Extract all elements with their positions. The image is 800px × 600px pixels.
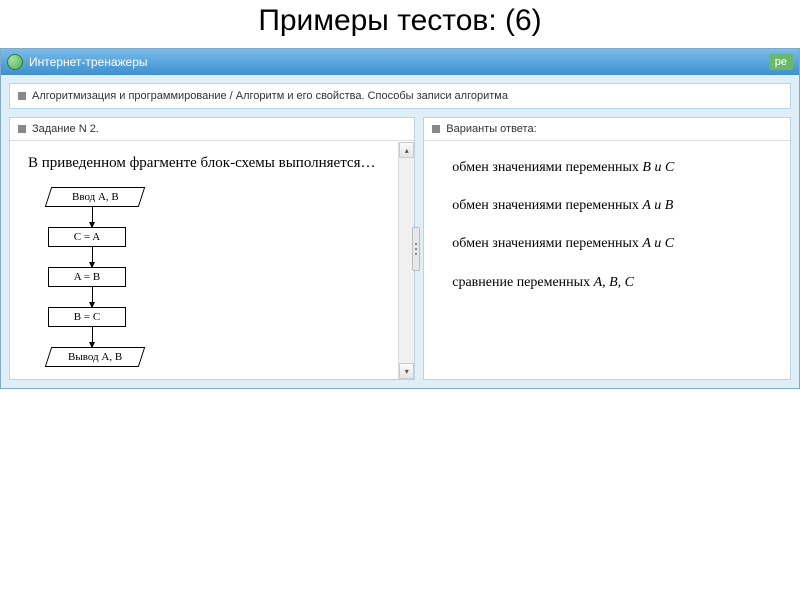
answers-panel: Варианты ответа: обмен значениями переме… [423, 117, 791, 380]
answer-option[interactable]: обмен значениями переменных B и C [452, 159, 772, 177]
answer-text: обмен значениями переменных [452, 236, 642, 251]
flow-output-block: Вывод A, B [45, 347, 145, 367]
bullet-icon [18, 92, 26, 100]
answer-option[interactable]: обмен значениями переменных A и C [452, 235, 772, 253]
bullet-icon [18, 125, 26, 133]
answers-header-text: Варианты ответа: [446, 123, 536, 135]
title-bar: Интернет-тренажеры ре [1, 49, 799, 75]
flow-process-block: C = A [48, 227, 126, 247]
answer-text: сравнение переменных [452, 275, 593, 290]
question-text: В приведенном фрагменте блок-схемы выпол… [28, 153, 396, 173]
flow-input-label: Ввод A, B [72, 191, 119, 203]
app-window: Интернет-тренажеры ре Алгоритмизация и п… [0, 48, 800, 389]
arrow-down-icon [92, 247, 93, 267]
breadcrumb: Алгоритмизация и программирование / Алго… [9, 83, 791, 109]
task-header-text: Задание N 2. [32, 123, 99, 135]
answer-vars: B и C [642, 160, 674, 175]
task-panel-body: В приведенном фрагменте блок-схемы выпол… [10, 141, 414, 379]
flow-process-block: B = C [48, 307, 126, 327]
bullet-icon [432, 125, 440, 133]
answer-vars: A и C [642, 236, 674, 251]
flow-process-block: A = B [48, 267, 126, 287]
scroll-up-button[interactable]: ▴ [399, 142, 414, 158]
answers-panel-header: Варианты ответа: [424, 118, 790, 141]
arrow-down-icon [92, 287, 93, 307]
flow-output-label: Вывод A, B [68, 351, 122, 363]
slide-title: Примеры тестов: (6) [0, 0, 800, 48]
answer-text: обмен значениями переменных [452, 198, 642, 213]
task-panel-header: Задание N 2. [10, 118, 414, 141]
arrow-down-icon [92, 327, 93, 347]
answers-list: обмен значениями переменных B и C обмен … [424, 141, 790, 379]
scroll-down-button[interactable]: ▾ [399, 363, 414, 379]
answer-vars: A, B, C [594, 275, 634, 290]
globe-icon [7, 54, 23, 70]
content-area: Алгоритмизация и программирование / Алго… [1, 75, 799, 388]
answer-vars: A и B [642, 198, 673, 213]
breadcrumb-text: Алгоритмизация и программирование / Алго… [32, 90, 508, 102]
task-panel: Задание N 2. В приведенном фрагменте бло… [9, 117, 415, 380]
answer-option[interactable]: обмен значениями переменных A и B [452, 197, 772, 215]
answer-option[interactable]: сравнение переменных A, B, C [452, 274, 772, 292]
arrow-down-icon [92, 207, 93, 227]
flow-input-block: Ввод A, B [45, 187, 145, 207]
window-title: Интернет-тренажеры [29, 55, 148, 69]
title-right-badge: ре [769, 54, 793, 70]
panels-row: Задание N 2. В приведенном фрагменте бло… [9, 117, 791, 380]
flowchart: Ввод A, B C = A A = B B = C Вывод A, B [48, 187, 396, 367]
answer-text: обмен значениями переменных [452, 160, 642, 175]
splitter-handle[interactable] [412, 227, 420, 271]
